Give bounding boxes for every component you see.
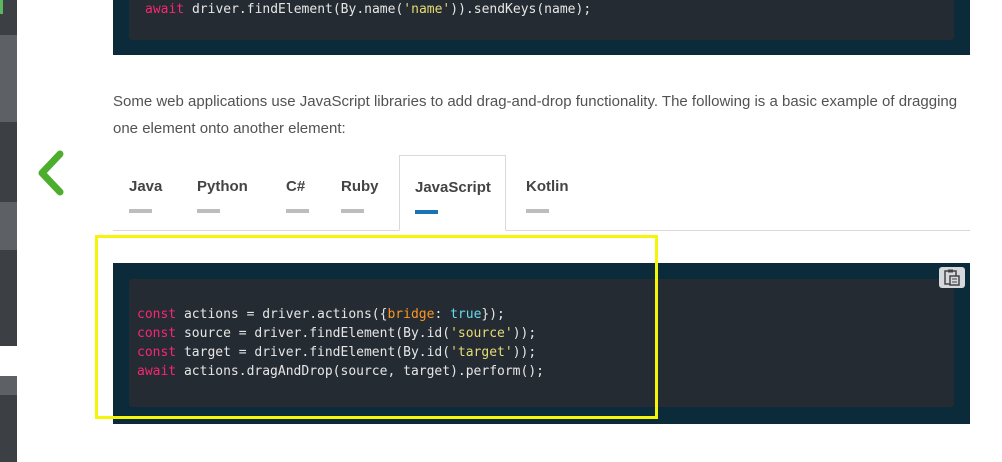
language-tabs: Java Python C# Ruby JavaScript Kotlin [113, 155, 970, 231]
code-text: target = driver.findElement(By.id( [176, 345, 451, 360]
description-paragraph: Some web applications use JavaScript lib… [113, 93, 958, 137]
tab-label: JavaScript [415, 179, 491, 196]
code-keyword: const [137, 326, 177, 341]
tab-indicator [129, 209, 152, 213]
code-line: await driver.findElement(By.name('name')… [145, 0, 591, 19]
tab-kotlin[interactable]: Kotlin [510, 155, 580, 231]
sidebar-active-marker [0, 0, 3, 14]
tab-indicator [341, 209, 364, 213]
code-text: )); [512, 345, 537, 360]
code-line: await actions.dragAndDrop(source, target… [137, 362, 544, 381]
code-text: )); [512, 326, 537, 341]
code-keyword: await [145, 2, 185, 17]
code-keyword: const [137, 345, 177, 360]
sidebar-segment [0, 250, 17, 346]
tab-label: Ruby [341, 178, 379, 195]
tab-python[interactable]: Python [181, 155, 261, 231]
copy-code-button[interactable] [939, 267, 965, 288]
code-block-previous: await driver.findElement(By.name('name')… [113, 0, 970, 55]
code-string: 'target' [450, 345, 513, 360]
tab-label: Python [197, 178, 248, 195]
sidebar-segment [0, 346, 17, 376]
tab-java[interactable]: Java [113, 155, 173, 231]
sidebar-segment [0, 122, 17, 202]
code-text: driver.findElement(By.name( [184, 2, 404, 17]
tab-indicator [526, 209, 549, 213]
tab-indicator [415, 210, 438, 214]
tab-javascript[interactable]: JavaScript [399, 155, 506, 231]
left-sidebar [0, 0, 17, 462]
sidebar-segment [0, 395, 17, 462]
clipboard-icon [944, 269, 960, 286]
code-string: 'name' [403, 2, 451, 17]
tab-label: C# [286, 178, 306, 195]
tab-csharp[interactable]: C# [270, 155, 320, 231]
code-block: const actions = driver.actions({bridge: … [113, 263, 970, 424]
code-text: actions.dragAndDrop(source, target).perf… [176, 364, 544, 379]
code-text: source = driver.findElement(By.id( [176, 326, 451, 341]
code-block-inner: const actions = driver.actions({bridge: … [129, 279, 954, 407]
chevron-left-icon[interactable] [34, 148, 68, 200]
tab-indicator [197, 209, 220, 213]
code-text: )).sendKeys(name); [450, 2, 592, 17]
tab-ruby[interactable]: Ruby [325, 155, 385, 231]
code-line: const target = driver.findElement(By.id(… [137, 343, 536, 362]
code-keyword: const [137, 307, 177, 322]
code-literal: true [450, 307, 482, 322]
code-keyword: await [137, 364, 177, 379]
code-string: 'source' [450, 326, 513, 341]
tab-label: Kotlin [526, 178, 569, 195]
code-block-inner: await driver.findElement(By.name('name')… [129, 0, 954, 40]
code-property: bridge [387, 307, 435, 322]
tab-indicator [286, 209, 309, 213]
code-line: const source = driver.findElement(By.id(… [137, 324, 536, 343]
tab-label: Java [129, 178, 163, 195]
code-text: }); [481, 307, 505, 322]
code-line: const actions = driver.actions({bridge: … [137, 305, 505, 324]
code-text: : [434, 307, 451, 322]
code-text: actions = driver.actions({ [176, 307, 388, 322]
